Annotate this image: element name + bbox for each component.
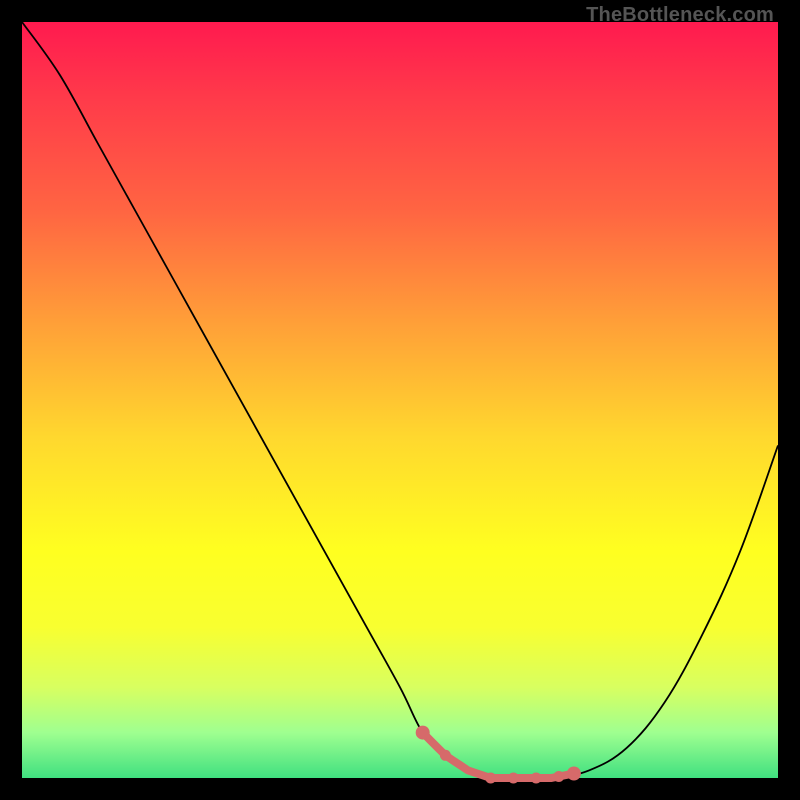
highlight-marker [567,767,581,781]
chart-container: TheBottleneck.com [0,0,800,800]
highlight-marker [531,773,542,784]
highlight-marker [485,773,496,784]
highlight-marker [440,750,451,761]
plot-area [22,22,778,778]
highlight-marker [416,726,430,740]
curve-svg [22,22,778,778]
bottleneck-curve [22,22,778,779]
highlight-marker [553,771,564,782]
highlight-marker [508,773,519,784]
